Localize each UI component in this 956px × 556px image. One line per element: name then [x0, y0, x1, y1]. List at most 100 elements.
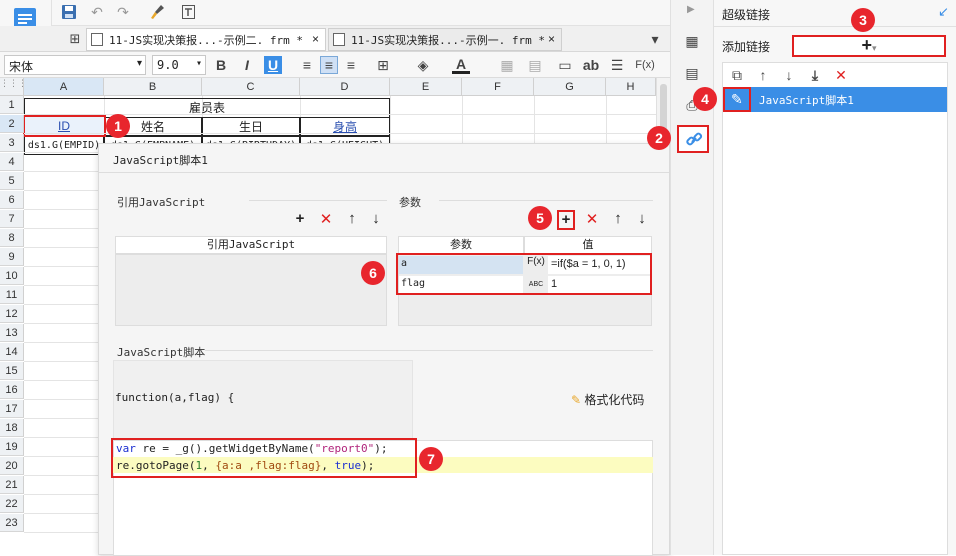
row-header[interactable]: 8 — [0, 229, 24, 247]
chevron-down-icon: ▾ — [195, 58, 202, 69]
format-code-button[interactable]: ✎ 格式化代码 — [571, 391, 644, 408]
row-header[interactable]: 19 — [0, 438, 24, 456]
row-header[interactable]: 1 — [0, 96, 24, 114]
grid-icon[interactable]: ⊞ — [66, 30, 84, 48]
row-header[interactable]: 15 — [0, 362, 24, 380]
row-header[interactable]: 21 — [0, 476, 24, 494]
callout-box-7 — [111, 438, 417, 478]
row-header[interactable]: 16 — [0, 381, 24, 399]
row-header[interactable]: 22 — [0, 495, 24, 513]
bold-button[interactable]: B — [212, 56, 230, 74]
underline-button[interactable]: U — [264, 56, 282, 74]
save-icon[interactable] — [60, 3, 78, 21]
font-select[interactable]: 宋体 ▾ — [4, 55, 146, 75]
text-icon[interactable]: ab — [582, 56, 600, 74]
delete-ref-button[interactable]: ✕ — [317, 210, 335, 228]
close-icon[interactable]: × — [548, 32, 555, 46]
column-header-b[interactable]: B — [104, 78, 202, 96]
cell-attr-icon[interactable]: ▤ — [683, 64, 701, 82]
ref-js-list[interactable] — [115, 254, 387, 326]
tab-example-1[interactable]: 11-JS实现决策报...-示例一. frm * × — [328, 28, 562, 51]
unmerge-icon[interactable]: ▤ — [526, 56, 544, 74]
top-toolbar: ↶ ↷ — [52, 0, 670, 26]
callout-2: 2 — [647, 126, 671, 150]
wrap-icon[interactable]: ☰ — [608, 56, 626, 74]
preview-icon[interactable] — [180, 3, 198, 21]
column-header-c[interactable]: C — [202, 78, 300, 96]
font-color-icon[interactable]: A — [452, 56, 470, 74]
formula-icon[interactable]: F(x) — [634, 56, 656, 74]
hyperlink-panel: 超级链接 ↙ 添加链接 +▾ ⧉ ↑ ↓ ⤓ ✕ ✎ JavaScript脚本1 — [714, 0, 956, 555]
tab-example-2[interactable]: 11-JS实现决策报...-示例二. frm * × — [86, 28, 326, 51]
row-header[interactable]: 6 — [0, 191, 24, 209]
row-header[interactable]: 14 — [0, 343, 24, 361]
add-link-label: 添加链接 — [722, 40, 771, 54]
column-header-d[interactable]: D — [300, 78, 390, 96]
row-header[interactable]: 2 — [0, 115, 24, 133]
add-ref-button[interactable]: + — [291, 210, 309, 227]
undo-icon[interactable]: ↶ — [88, 3, 106, 21]
link-list — [722, 62, 948, 555]
column-header-f[interactable]: F — [462, 78, 534, 96]
row-header[interactable]: 5 — [0, 172, 24, 190]
align-right-icon[interactable]: ≡ — [342, 56, 360, 74]
row-header[interactable]: 18 — [0, 419, 24, 437]
row-header[interactable]: 3 — [0, 134, 24, 152]
row-header[interactable]: 9 — [0, 248, 24, 266]
select-all-corner[interactable]: ⋮⋮⋮ — [0, 78, 27, 96]
close-icon[interactable]: × — [312, 32, 319, 46]
dropdown-menu-icon[interactable]: ▾ — [646, 30, 664, 48]
merge-icon[interactable]: ▦ — [498, 56, 516, 74]
row-header[interactable]: 13 — [0, 324, 24, 342]
row-header[interactable]: 20 — [0, 457, 24, 475]
widget-settings-icon[interactable]: ▦ — [683, 32, 701, 50]
column-header-g[interactable]: G — [534, 78, 606, 96]
move-down-icon[interactable]: ↓ — [780, 66, 798, 84]
param-up-button[interactable]: ↑ — [609, 210, 627, 227]
callout-6: 6 — [361, 261, 385, 285]
row-header[interactable]: 10 — [0, 267, 24, 285]
callout-3: 3 — [851, 8, 875, 32]
param-section-title: 参数 — [399, 197, 421, 209]
font-size-select[interactable]: 9.0 ▾ — [152, 55, 206, 75]
add-param-button[interactable]: + — [557, 210, 575, 230]
tab-label: 11-JS实现决策报...-示例一. frm * — [351, 34, 545, 47]
row-header[interactable]: 17 — [0, 400, 24, 418]
brush-icon: ✎ — [571, 393, 582, 407]
move-up-icon[interactable]: ↑ — [754, 66, 772, 84]
expand-arrow-icon[interactable]: ▶ — [687, 4, 695, 15]
column-header-a[interactable]: A — [24, 78, 104, 96]
hyperlink-tab[interactable] — [677, 125, 709, 153]
align-center-icon[interactable]: ≡ — [320, 56, 338, 74]
move-bottom-icon[interactable]: ⤓ — [806, 66, 824, 84]
param-down-button[interactable]: ↓ — [633, 210, 651, 227]
row-header[interactable]: 23 — [0, 514, 24, 532]
align-left-icon[interactable]: ≡ — [298, 56, 316, 74]
column-header-h[interactable]: H — [606, 78, 656, 96]
insert-icon[interactable]: ▭ — [556, 56, 574, 74]
chevron-down-icon: ▾ — [871, 43, 877, 53]
row-header[interactable]: 12 — [0, 305, 24, 323]
edit-icon[interactable]: ✎ — [723, 87, 751, 112]
collapse-icon[interactable]: ↙ — [938, 4, 949, 20]
copy-icon[interactable]: ⧉ — [728, 66, 746, 84]
tab-label: 11-JS实现决策报...-示例二. frm * — [109, 34, 303, 47]
link-item-selected[interactable]: ✎ JavaScript脚本1 — [723, 87, 947, 112]
move-down-button[interactable]: ↓ — [367, 210, 385, 227]
add-link-button[interactable]: +▾ — [792, 35, 946, 57]
row-header[interactable]: 4 — [0, 153, 24, 171]
fill-color-icon[interactable]: ◈ — [414, 56, 432, 74]
script-section-title: JavaScript脚本 — [117, 346, 206, 359]
file-icon — [91, 33, 103, 46]
row-header[interactable]: 11 — [0, 286, 24, 304]
row-header[interactable]: 7 — [0, 210, 24, 228]
border-icon[interactable]: ⊞ — [374, 56, 392, 74]
delete-icon[interactable]: ✕ — [832, 66, 850, 84]
brush-icon[interactable] — [148, 3, 166, 21]
redo-icon[interactable]: ↷ — [114, 3, 132, 21]
column-header-e[interactable]: E — [390, 78, 462, 96]
side-icon-strip: ▶ ▦ ▤ ⎙ — [670, 0, 714, 555]
move-up-button[interactable]: ↑ — [343, 210, 361, 227]
italic-button[interactable]: I — [238, 56, 256, 74]
delete-param-button[interactable]: ✕ — [583, 210, 601, 228]
